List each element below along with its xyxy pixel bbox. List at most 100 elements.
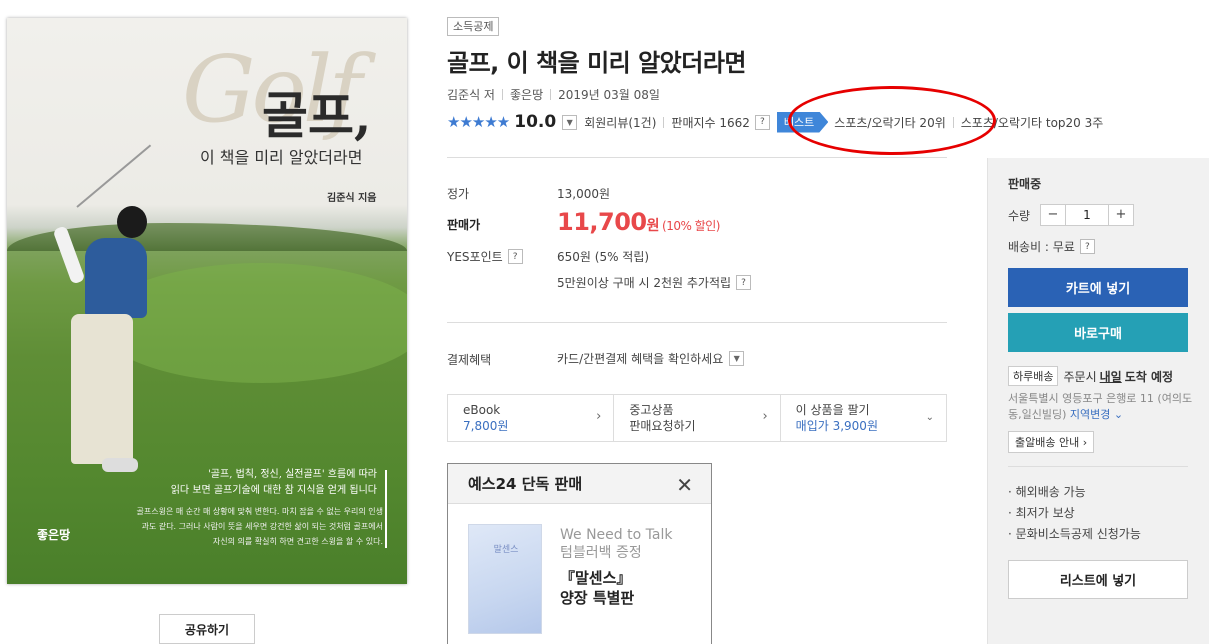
best-badge: 베스트 [777,112,828,133]
points-value: 650원 (5% 적립) [557,250,650,264]
points-label-row: YES포인트 ? [447,248,523,265]
sale-price-value: 11,700 [557,208,647,236]
used-product-option[interactable]: 중고상품 판매요청하기 › [614,395,781,441]
option-title: 중고상품 [629,403,674,417]
gift-title-line: 양장 특별판 [560,589,635,607]
change-region-link[interactable]: 지역변경 ⌄ [1070,408,1123,421]
payment-benefit-row[interactable]: 카드/간편결제 혜택을 확인하세요 ▼ [557,350,745,367]
quantity-input[interactable]: 1 [1065,205,1109,225]
benefit-item: · 문화비소득공제 신청가능 [1008,527,1141,541]
chevron-down-icon: ⌄ [925,412,934,423]
divider [550,89,552,100]
option-title: eBook [463,403,501,417]
book-cover-image[interactable]: Golf 골프, 이 책을 미리 알았더라면 김준식 지음 '골프, 법칙, 정… [7,18,407,584]
shipping-fee: 배송비 : 무료 [1008,240,1075,254]
buy-now-button[interactable]: 바로구매 [1008,313,1188,352]
divider [952,116,954,128]
quantity-plus-button[interactable]: + [1109,205,1133,225]
list-price-label: 정가 [447,187,470,201]
delivery-pre: 주문시 [1063,369,1097,384]
discount-rate: (10% 할인) [662,219,720,233]
page-title: 골프, 이 책을 미리 알았더라면 [447,49,747,77]
cover-author: 김준식 지음 [327,193,377,204]
help-icon[interactable]: ? [754,114,770,130]
cover-blurb: 골프스윙은 매 순간 매 상황에 맞춰 변한다. 마치 잡을 수 없는 우리의 … [136,507,384,546]
list-price-value: 13,000원 [557,187,611,201]
gift-subtitle-line: 텀블러백 증정 [560,545,642,561]
shipping-fee-row: 배송비 : 무료 ? [1008,238,1095,255]
gift-title-line: 『말센스』 [560,569,632,587]
sale-price: 11,700원 (10% 할인) [557,208,720,236]
help-icon[interactable]: ? [1079,239,1095,254]
chevron-right-icon: › [596,409,602,424]
book-meta: 김준식 저 좋은땅 2019년 03월 08일 [447,86,660,103]
close-icon[interactable]: ✕ [676,473,693,497]
divider [501,89,503,100]
sale-status: 판매중 [1008,177,1042,191]
cover-quote-bar [385,470,387,548]
exclusive-offer-header: 예스24 단독 판매 ✕ [448,464,711,504]
payment-benefit-text: 카드/간편결제 혜택을 확인하세요 [557,352,724,366]
quantity-minus-button[interactable]: − [1041,205,1065,225]
ebook-option[interactable]: eBook 7,800원 › [448,395,615,441]
review-link[interactable]: 회원리뷰(1건) [584,114,656,131]
publish-date: 2019년 03월 08일 [558,88,660,102]
divider [663,116,665,128]
benefit-item: · 최저가 보상 [1008,506,1075,520]
cover-quote-line: 읽다 보면 골프기술에 대한 참 지식을 얻게 됩니다 [170,485,377,496]
gift-book-image-text: 말센스 [493,545,519,555]
add-to-cart-button[interactable]: 카트에 넣기 [1008,268,1188,307]
gift-book-image[interactable]: 말센스 [468,524,542,634]
add-to-list-button[interactable]: 리스트에 넣기 [1008,560,1188,599]
gift-subtitle: We Need to Talk 텀블러백 증정 [560,526,672,562]
chevron-right-icon: › [762,409,768,424]
exclusive-offer-popup: 예스24 단독 판매 ✕ 말센스 We Need to Talk 텀블러백 증정… [447,463,712,644]
benefit-list: · 해외배송 가능 · 최저가 보상 · 문화비소득공제 신청가능 [1008,482,1141,545]
points-extra-row: 5만원이상 구매 시 2천원 추가적립 ? [557,274,752,291]
sale-price-unit: 원 [646,218,660,234]
option-value: 7,800원 [463,419,509,433]
best-rank-link[interactable]: 스포츠/오락기타 20위 [834,114,945,131]
cover-quote: '골프, 법칙, 정신, 실전골프' 흐름에 따라 읽다 보면 골프기술에 대한… [77,467,377,499]
top20-rank-link[interactable]: 스포츠/오락기타 top20 3주 [961,114,1104,131]
share-button[interactable]: 공유하기 [159,614,255,644]
delivery-notice-label: 출알배송 안내 [1015,436,1080,449]
benefit-item: · 해외배송 가능 [1008,485,1086,499]
gift-title[interactable]: 『말센스』 양장 특별판 [560,568,634,608]
quantity-label: 수량 [1008,209,1031,223]
option-value: 매입가 3,900원 [795,419,878,433]
cover-title: 골프, [262,86,372,145]
one-day-delivery-badge: 하루배송 [1008,366,1059,386]
change-region-label: 지역변경 [1069,408,1111,421]
publisher-logo: 좋은땅 [37,528,71,542]
sale-price-label: 판매가 [447,218,481,232]
golfer-head-illustration [117,206,147,238]
author-link[interactable]: 김준식 저 [447,86,495,103]
rating-dropdown-chevron-icon[interactable]: ▼ [562,114,578,130]
help-icon[interactable]: ? [507,249,523,264]
purchase-options: eBook 7,800원 › 중고상품 판매요청하기 › 이 상품을 팔기 매입… [447,394,947,442]
sales-index: 판매지수 1662 [671,115,750,130]
points-extra: 5만원이상 구매 시 2천원 추가적립 [557,276,732,290]
option-title: 이 상품을 팔기 [795,403,870,417]
points-label: YES포인트 [447,250,503,264]
cover-subtitle: 이 책을 미리 알았더라면 [200,148,363,167]
golfer-body-illustration [85,238,147,318]
section-divider [447,322,947,323]
panel-divider [1008,466,1188,467]
help-icon[interactable]: ? [736,275,752,290]
chevron-down-icon[interactable]: ▼ [729,351,745,366]
rating-score: 10.0 [514,112,557,132]
delivery-notice-button[interactable]: 출알배송 안내 › [1008,431,1095,453]
gift-subtitle-line: We Need to Talk [560,527,673,543]
delivery-estimate: 하루배송 주문시 내일 도착 예정 [1008,366,1173,386]
publisher-link[interactable]: 좋은땅 [510,86,543,103]
delivery-post: 도착 예정 [1124,369,1174,384]
option-value: 판매요청하기 [629,419,696,433]
sell-product-option[interactable]: 이 상품을 팔기 매입가 3,900원 ⌄ [781,395,946,441]
purchase-panel: 판매중 수량 − 1 + 배송비 : 무료 ? 카트에 넣기 바로구매 하루배송… [987,158,1209,644]
delivery-address: 서울특별시 영등포구 은행로 11 (여의도동,일신빌딩) 지역변경 ⌄ [1008,391,1198,423]
exclusive-offer-title: 예스24 단독 판매 [468,475,583,493]
cover-quote-line: '골프, 법칙, 정신, 실전골프' 흐름에 따라 [208,469,377,480]
golfer-legs-illustration [71,314,133,464]
